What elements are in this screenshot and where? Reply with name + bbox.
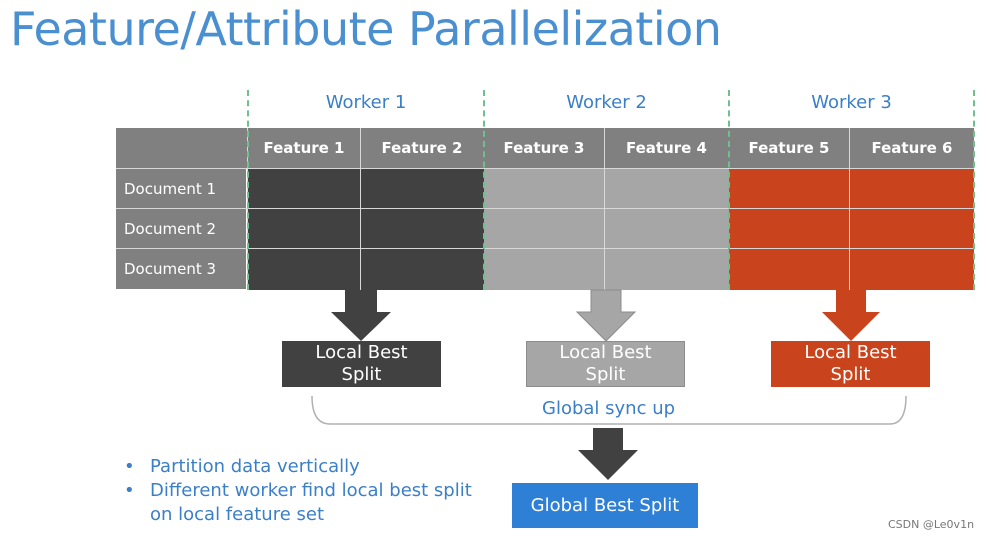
down-arrow-worker-1-icon xyxy=(331,290,391,341)
bullet-text: Different worker find local best split xyxy=(150,480,472,501)
bullet-glyph: • xyxy=(124,456,135,477)
bullet-text: Partition data vertically xyxy=(150,456,360,477)
bullet-item: • Partition data vertically xyxy=(124,455,472,479)
down-arrow-worker-2-icon xyxy=(575,289,637,342)
local-best-split-worker-1: Local Best Split xyxy=(282,341,441,387)
local-split-line-1: Local Best xyxy=(804,342,897,363)
bullet-item: • Different worker find local best split xyxy=(124,479,472,503)
bullet-list: • Partition data vertically • Different wo… xyxy=(124,455,472,527)
bullet-glyph: • xyxy=(124,480,135,501)
local-split-line-1: Local Best xyxy=(559,342,652,363)
watermark: CSDN @Le0v1n xyxy=(888,518,975,531)
bullet-item: on local feature set xyxy=(124,503,472,527)
global-best-split-box: Global Best Split xyxy=(512,483,698,528)
down-arrow-worker-3-icon xyxy=(822,290,880,341)
local-split-line-2: Split xyxy=(830,364,871,385)
local-best-split-worker-3: Local Best Split xyxy=(771,341,930,387)
local-best-split-worker-2: Local Best Split xyxy=(526,341,685,387)
down-arrow-global-icon xyxy=(578,428,638,480)
bullet-text: on local feature set xyxy=(150,504,325,525)
global-sync-label: Global sync up xyxy=(542,398,676,419)
local-split-line-2: Split xyxy=(585,364,626,385)
local-split-line-1: Local Best xyxy=(315,342,408,363)
local-split-line-2: Split xyxy=(341,364,382,385)
